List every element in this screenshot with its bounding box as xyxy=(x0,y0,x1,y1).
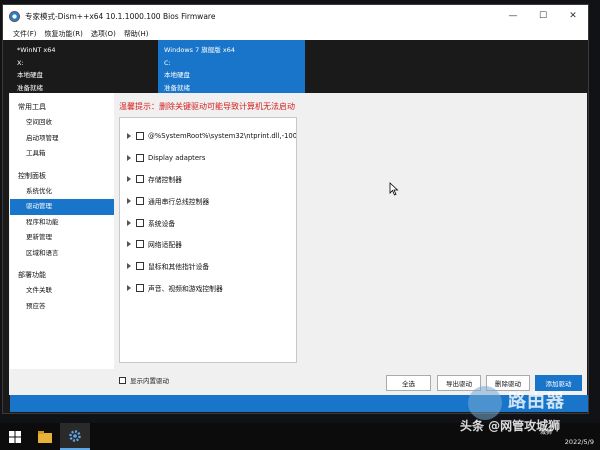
tree-row[interactable]: 网络适配器 xyxy=(120,233,296,255)
expand-arrow-icon[interactable] xyxy=(127,241,131,248)
sidebar: 常用工具 空间回收 启动项管理 工具箱 控制面板 系统优化 驱动管理 程序和功能… xyxy=(10,93,114,369)
expand-arrow-icon[interactable] xyxy=(127,219,131,226)
tree-row[interactable]: 声音、视频和游戏控制器 xyxy=(120,277,296,299)
expand-arrow-icon[interactable] xyxy=(127,154,131,161)
tree-row[interactable]: 系统设备 xyxy=(120,212,296,234)
menu-file[interactable]: 文件(F) xyxy=(13,29,37,39)
tree-label: Display adapters xyxy=(148,153,206,162)
select-all-button[interactable]: 全选 xyxy=(386,375,431,391)
menu-options[interactable]: 选项(O) xyxy=(91,29,116,39)
sidebar-item-unattend[interactable]: 预应答 xyxy=(10,299,114,315)
close-button[interactable]: ✕ xyxy=(558,5,588,27)
driver-management-panel: 常用工具 空间回收 启动项管理 工具箱 控制面板 系统优化 驱动管理 程序和功能… xyxy=(9,93,587,395)
watermark-text: 头条 @网管攻城狮 xyxy=(460,419,561,433)
mouse-cursor-icon xyxy=(389,182,399,196)
driver-tree: @%SystemRoot%\system32\ntprint.dll,-100 … xyxy=(119,117,297,363)
tree-label: @%SystemRoot%\system32\ntprint.dll,-100 xyxy=(148,131,296,140)
folder-icon xyxy=(38,430,52,443)
checkbox[interactable] xyxy=(136,131,144,140)
sidebar-item-updates[interactable]: 更新管理 xyxy=(10,230,114,246)
checkbox[interactable] xyxy=(136,153,144,162)
expand-arrow-icon[interactable] xyxy=(127,262,131,269)
image-slots: *WinNT x64 X: 本地硬盘 准备就绪 Windows 7 旗舰版 x6… xyxy=(3,40,588,98)
taskbar-explorer[interactable] xyxy=(30,423,60,450)
checkbox[interactable] xyxy=(136,218,144,227)
expand-arrow-icon[interactable] xyxy=(127,132,131,139)
sidebar-item-startup[interactable]: 启动项管理 xyxy=(10,131,114,147)
slot-name: Windows 7 旗舰版 x64 xyxy=(164,46,235,54)
expand-arrow-icon[interactable] xyxy=(127,197,131,204)
gear-icon xyxy=(69,429,81,442)
tree-label: 存储控制器 xyxy=(148,176,182,185)
taskbar-dism[interactable] xyxy=(60,423,90,450)
tree-row[interactable]: 通用串行总线控制器 xyxy=(120,190,296,212)
sidebar-group-common: 常用工具 xyxy=(18,103,46,111)
tree-label: 网络适配器 xyxy=(148,241,182,250)
checkbox[interactable] xyxy=(136,175,144,184)
slot-name: *WinNT x64 xyxy=(17,46,56,54)
show-builtin-label: 显示内置驱动 xyxy=(130,377,169,385)
checkbox[interactable] xyxy=(136,283,144,292)
taskbar-date[interactable]: 2022/5/9 xyxy=(565,438,594,446)
windows-logo-icon xyxy=(9,430,21,443)
expand-arrow-icon[interactable] xyxy=(127,284,131,291)
warning-text: 温馨提示：删除关键驱动可能导致计算机无法启动 xyxy=(119,102,295,111)
checkbox[interactable] xyxy=(136,240,144,249)
checkbox[interactable] xyxy=(119,376,126,384)
window-title: 专家模式-Dism++x64 10.1.1000.100 Bios Firmwa… xyxy=(25,11,216,21)
expand-arrow-icon[interactable] xyxy=(127,176,131,183)
show-builtin-drivers[interactable]: 显示内置驱动 xyxy=(119,375,169,385)
sidebar-group-deploy: 部署功能 xyxy=(18,271,46,279)
sidebar-item-region-language[interactable]: 区域和语言 xyxy=(10,246,114,262)
slot-drive: C: xyxy=(164,58,171,67)
sidebar-item-toolbox[interactable]: 工具箱 xyxy=(10,146,114,162)
tree-label: 鼠标和其他指针设备 xyxy=(148,262,210,271)
tree-label: 声音、视频和游戏控制器 xyxy=(148,284,223,293)
title-bar[interactable]: 专家模式-Dism++x64 10.1.1000.100 Bios Firmwa… xyxy=(3,5,588,27)
sidebar-item-file-association[interactable]: 文件关联 xyxy=(10,283,114,299)
maximize-button[interactable]: ☐ xyxy=(528,5,558,27)
menu-bar: 文件(F) 恢复功能(R) 选项(O) 帮助(H) xyxy=(3,27,588,40)
tree-label: 系统设备 xyxy=(148,219,176,228)
watermark-text: 路由器 xyxy=(508,391,565,412)
tree-row[interactable]: @%SystemRoot%\system32\ntprint.dll,-100 xyxy=(120,125,296,147)
menu-help[interactable]: 帮助(H) xyxy=(124,29,149,39)
slot-disk: 本地硬盘 xyxy=(17,71,43,79)
watermark-logo-icon xyxy=(468,386,502,420)
sidebar-group-control-panel: 控制面板 xyxy=(18,171,46,180)
tree-row[interactable]: Display adapters xyxy=(120,147,296,169)
tree-label: 通用串行总线控制器 xyxy=(148,197,210,206)
slot-windows7[interactable]: Windows 7 旗舰版 x64 C: 本地硬盘 准备就绪 xyxy=(158,40,305,94)
slot-disk: 本地硬盘 xyxy=(164,71,190,79)
start-button[interactable] xyxy=(0,423,30,450)
minimize-button[interactable]: — xyxy=(498,5,528,27)
dism-app-icon xyxy=(9,10,20,22)
tree-row[interactable]: 存储控制器 xyxy=(120,168,296,190)
checkbox[interactable] xyxy=(136,261,144,270)
sidebar-item-space-cleanup[interactable]: 空间回收 xyxy=(10,115,114,131)
menu-restore[interactable]: 恢复功能(R) xyxy=(45,29,83,39)
checkbox[interactable] xyxy=(136,196,144,205)
tree-row[interactable]: 鼠标和其他指针设备 xyxy=(120,255,296,277)
sidebar-item-system-optimize[interactable]: 系统优化 xyxy=(10,184,114,200)
sidebar-item-driver-management[interactable]: 驱动管理 xyxy=(10,199,114,215)
slot-drive: X: xyxy=(17,58,24,67)
sidebar-item-programs[interactable]: 程序和功能 xyxy=(10,215,114,231)
slot-winnt[interactable]: *WinNT x64 X: 本地硬盘 准备就绪 xyxy=(11,40,156,94)
